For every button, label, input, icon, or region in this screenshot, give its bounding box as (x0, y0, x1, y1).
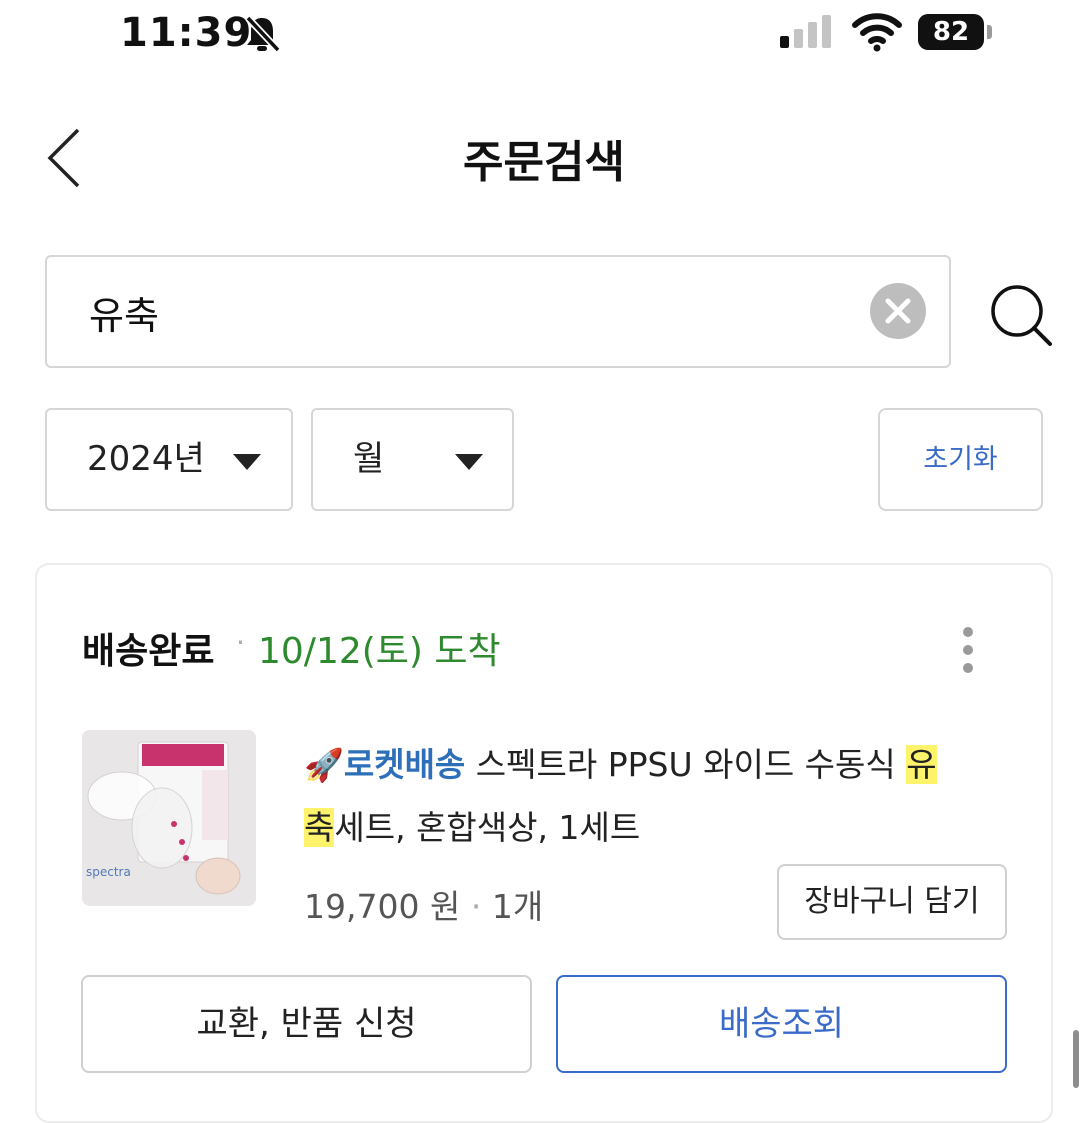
search-highlight: 유 (906, 745, 937, 784)
product-quantity: 1개 (491, 887, 544, 926)
month-select[interactable]: 월 (311, 408, 514, 511)
search-button[interactable] (988, 282, 1054, 348)
battery-level: 82 (918, 14, 984, 50)
search-highlight: 축 (304, 808, 335, 847)
product-price: 19,700 원 (304, 887, 461, 926)
exchange-return-button[interactable]: 교환, 반품 신청 (81, 975, 532, 1073)
status-time: 11:39 (120, 10, 253, 56)
product-image[interactable]: spectra (82, 730, 256, 906)
more-options-button[interactable] (954, 622, 982, 678)
product-name-text: 스펙트라 PPSU 와이드 수동식 (465, 745, 907, 784)
reset-button[interactable]: 초기화 (878, 408, 1043, 511)
search-input[interactable] (89, 283, 849, 341)
product-name-line2[interactable]: 축세트, 혼합색상, 1세트 (304, 801, 640, 849)
separator-dot: · (236, 626, 245, 659)
battery-icon: 82 (918, 14, 994, 52)
dropdown-caret-icon (455, 454, 483, 470)
cellular-signal-icon (778, 14, 834, 50)
price-quantity: 19,700 원 · 1개 (304, 880, 543, 928)
delivery-tracking-button[interactable]: 배송조회 (556, 975, 1007, 1073)
wifi-icon (852, 12, 902, 52)
bell-muted-icon (240, 14, 284, 54)
rocket-delivery-label: 로켓배송 (343, 745, 466, 784)
product-name-text: 세트, 혼합색상, 1세트 (334, 808, 641, 847)
separator-dot: · (470, 887, 482, 926)
dropdown-caret-icon (233, 454, 261, 470)
product-image-brand: spectra (86, 865, 131, 879)
page-title: 주문검색 (463, 137, 625, 188)
month-select-value: 월 (353, 439, 385, 479)
magnifier-icon (991, 285, 1052, 346)
clear-x-icon (885, 298, 911, 324)
year-select-value: 2024년 (87, 439, 205, 479)
arrival-date: 10/12(토) 도착 (258, 631, 501, 672)
clear-button[interactable] (870, 283, 926, 339)
year-select[interactable]: 2024년 (45, 408, 293, 511)
more-vertical-icon (963, 627, 973, 637)
delivery-status: 배송완료 (82, 631, 215, 672)
scrollbar[interactable] (1073, 1030, 1079, 1088)
rocket-icon: 🚀 (304, 746, 344, 784)
search-field[interactable] (45, 255, 951, 368)
product-name-line1[interactable]: 🚀로켓배송 스펙트라 PPSU 와이드 수동식 유 (304, 738, 937, 786)
add-to-cart-button[interactable]: 장바구니 담기 (777, 864, 1007, 940)
